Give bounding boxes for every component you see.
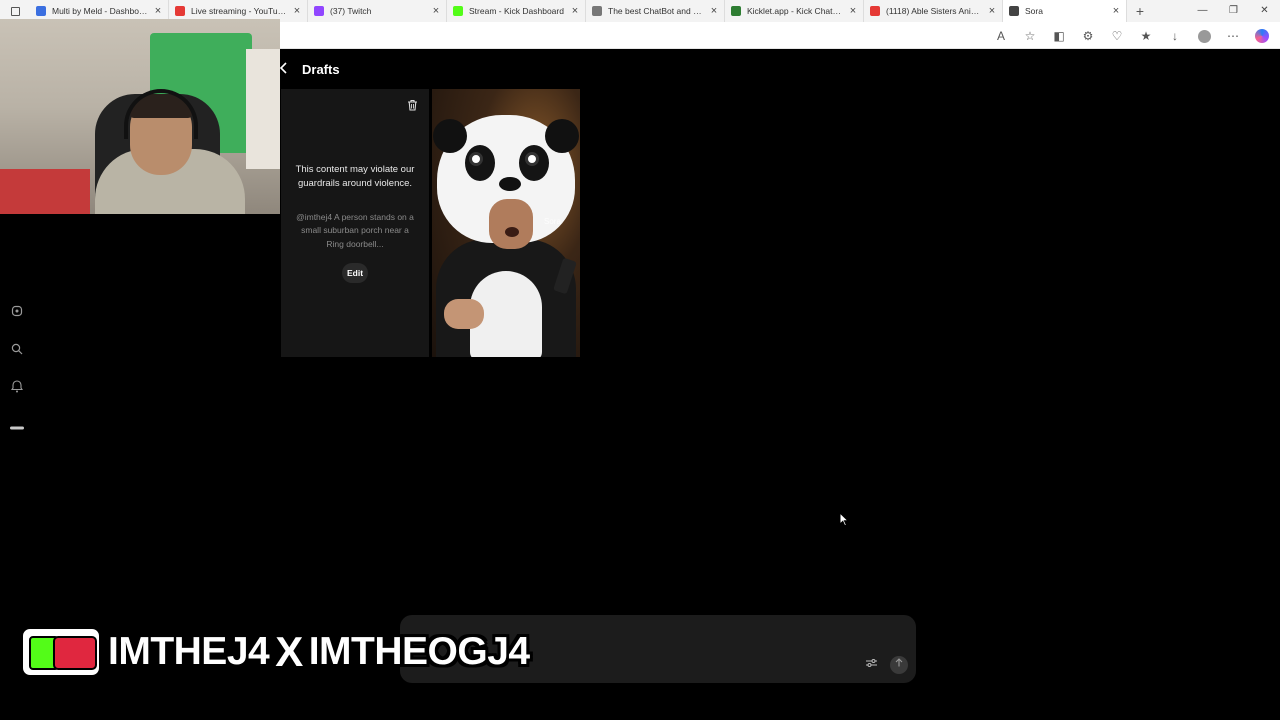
copilot-icon[interactable] [1252, 26, 1272, 46]
tab-favicon-icon [36, 6, 46, 16]
draft-card-blocked[interactable]: This content may violate our guardrails … [281, 89, 429, 357]
tab-title: (37) Twitch [330, 6, 372, 16]
sliders-icon[interactable] [863, 657, 879, 673]
tab-favicon-icon [314, 6, 324, 16]
webcam-overlay [0, 19, 280, 214]
draft-card-video[interactable]: Sora [432, 89, 580, 357]
tab-close-icon[interactable]: × [152, 5, 164, 17]
tab-close-icon[interactable]: × [708, 5, 720, 17]
panda-nose [499, 177, 521, 191]
tab-title: Sora [1025, 6, 1043, 16]
extensions-icon[interactable]: ⚙ [1078, 26, 1098, 46]
tab-close-icon[interactable]: × [986, 5, 998, 17]
arrow-up-icon [895, 658, 903, 667]
guardrail-warning: This content may violate our guardrails … [295, 164, 415, 189]
banner-separator: X [275, 628, 303, 675]
eye-right [525, 152, 539, 166]
window-controls: — ❐ ✕ [1187, 0, 1280, 22]
downloads-icon[interactable]: ↓ [1165, 26, 1185, 46]
close-window-button[interactable]: ✕ [1249, 0, 1280, 22]
twitch-logo-icon [53, 636, 97, 670]
favorite-star-icon[interactable]: ☆ [1020, 26, 1040, 46]
tab-favicon-icon [870, 6, 880, 16]
restore-button[interactable]: ❐ [1218, 0, 1249, 22]
red-couch [0, 169, 90, 214]
trash-icon[interactable] [407, 98, 418, 111]
chevron-left-icon [279, 62, 287, 74]
eye-left [469, 152, 483, 166]
panda-ear-left [433, 119, 467, 153]
tab-favicon-icon [453, 6, 463, 16]
settings-more-icon[interactable]: ⋯ [1223, 26, 1243, 46]
browser-tab[interactable]: (1118) Able Sisters Animal Crossing× [864, 0, 1003, 22]
tab-close-icon[interactable]: × [847, 5, 859, 17]
back-button[interactable] [279, 61, 289, 77]
tab-close-icon[interactable]: × [291, 5, 303, 17]
minimize-button[interactable]: — [1187, 0, 1218, 22]
banner-name-right: IMTHEOGJ4 [308, 630, 530, 673]
mouse-cursor [839, 511, 850, 532]
tab-title: Stream - Kick Dashboard [469, 6, 564, 16]
tab-title: Live streaming - YouTube Studio [191, 6, 288, 16]
edit-button[interactable]: Edit [342, 263, 368, 283]
tab-title: The best ChatBot and Widgets [608, 6, 705, 16]
browser-essentials-icon[interactable]: ♡ [1107, 26, 1127, 46]
tab-favicon-icon [1009, 6, 1019, 16]
door [246, 49, 280, 169]
stream-banner: IMTHEJ4 X IMTHEOGJ4 [20, 626, 530, 678]
kick-twitch-logo [20, 626, 102, 678]
tab-title: Kicklet.app - Kick Chatbot [747, 6, 844, 16]
split-screen-icon[interactable]: ◧ [1049, 26, 1069, 46]
tab-close-icon[interactable]: × [569, 5, 581, 17]
search-icon[interactable] [10, 342, 24, 356]
tab-title: (1118) Able Sisters Animal Crossing [886, 6, 983, 16]
tab-close-icon[interactable]: × [430, 5, 442, 17]
draft-prompt: @imthej4 A person stands on a small subu… [296, 212, 414, 249]
tab-title: Multi by Meld - Dashboard [52, 6, 149, 16]
sora-watermark: Sora [544, 217, 561, 226]
tab-favicon-icon [175, 6, 185, 16]
panda-ear-right [545, 119, 579, 153]
browser-tab[interactable]: The best ChatBot and Widgets× [586, 0, 725, 22]
more-icon[interactable] [10, 421, 24, 435]
tab-favicon-icon [592, 6, 602, 16]
banner-name-left: IMTHEJ4 [108, 630, 270, 673]
browser-tab[interactable]: Kicklet.app - Kick Chatbot × [725, 0, 864, 22]
face-opening [489, 199, 533, 249]
send-button[interactable] [890, 656, 908, 674]
page-title: Drafts [302, 62, 340, 77]
browser-tab[interactable]: Sora × [1003, 0, 1127, 22]
tab-favicon-icon [731, 6, 741, 16]
read-aloud-icon[interactable]: A [991, 26, 1011, 46]
tab-close-icon[interactable]: × [1110, 5, 1122, 17]
favorites-icon[interactable]: ★ [1136, 26, 1156, 46]
bell-icon[interactable] [10, 379, 24, 393]
tab-actions-icon [10, 6, 20, 16]
browser-tab[interactable]: (37) Twitch × [308, 0, 447, 22]
new-tab-button[interactable]: + [1127, 3, 1153, 19]
mouth [505, 227, 519, 237]
home-icon[interactable] [10, 304, 24, 318]
hand [444, 299, 484, 329]
browser-tab[interactable]: Stream - Kick Dashboard × [447, 0, 586, 22]
profile-avatar[interactable] [1194, 26, 1214, 46]
